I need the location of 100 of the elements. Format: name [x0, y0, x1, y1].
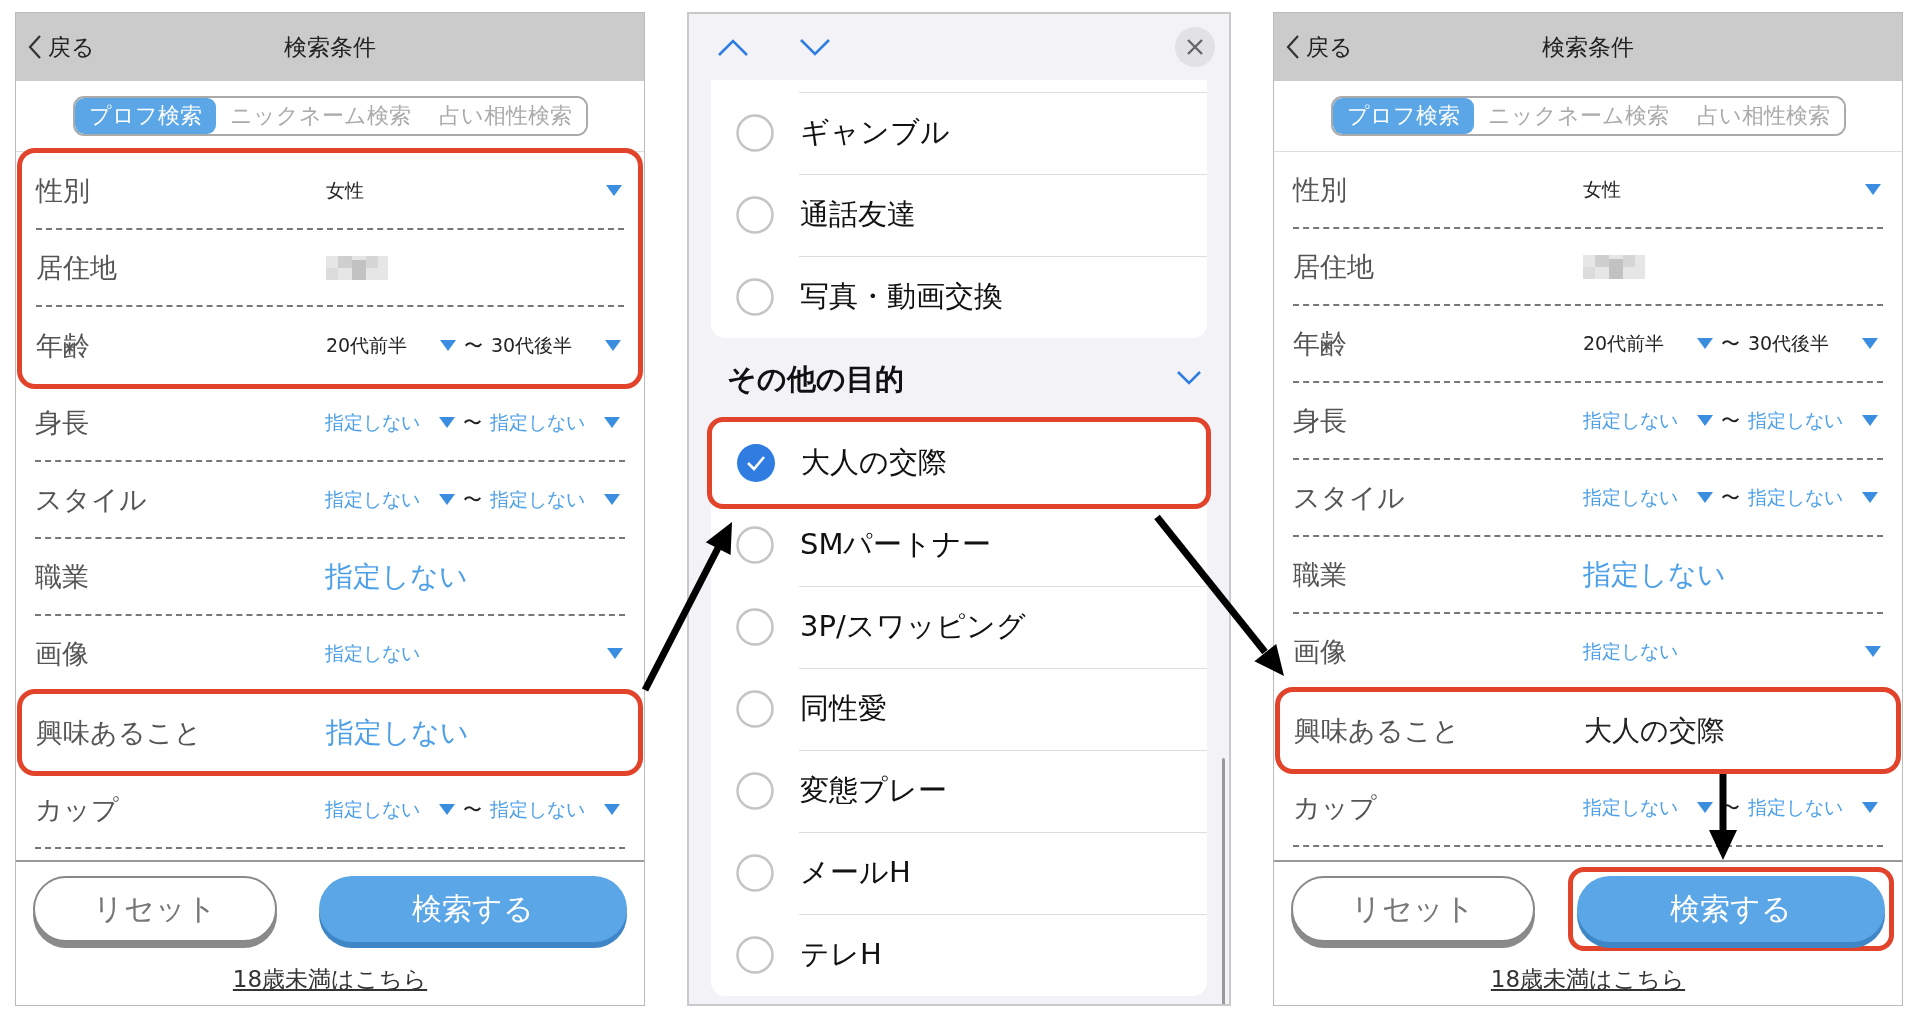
field-label: 身長	[1293, 403, 1348, 438]
tab[interactable]: プロフ検索	[74, 98, 216, 134]
field-label: 興味あること	[36, 715, 203, 750]
field-value[interactable]: 指定しない	[325, 557, 468, 596]
range-to-value[interactable]: 指定しない	[1748, 407, 1862, 434]
range-to-value[interactable]: 指定しない	[490, 409, 604, 436]
select-value[interactable]: 指定しない	[1583, 638, 1678, 665]
dropdown-arrow-icon[interactable]	[1697, 492, 1713, 503]
dropdown-arrow-icon[interactable]	[1862, 415, 1878, 426]
range-to-value[interactable]: 指定しない	[490, 796, 604, 823]
range-from-value[interactable]: 指定しない	[1583, 407, 1697, 434]
option-label[interactable]: 変態プレー	[800, 771, 947, 811]
dropdown-arrow-icon[interactable]	[604, 804, 620, 815]
field-label: 性別	[36, 173, 91, 208]
tab[interactable]: プロフ検索	[1332, 98, 1474, 134]
field-value[interactable]: 指定しない	[1583, 555, 1726, 594]
range-from-value[interactable]: 指定しない	[325, 409, 439, 436]
radio-button[interactable]	[736, 114, 774, 152]
field-value[interactable]: 大人の交際	[1584, 711, 1725, 750]
dropdown-arrow-icon[interactable]	[1862, 338, 1878, 349]
range-to-value[interactable]: 指定しない	[1748, 794, 1862, 821]
range-separator: 〜	[463, 332, 484, 358]
range-to-value[interactable]: 指定しない	[490, 486, 604, 513]
range-separator: 〜	[1720, 484, 1741, 510]
radio-button[interactable]	[736, 936, 774, 974]
range-from-value[interactable]: 指定しない	[325, 796, 439, 823]
range-from-value[interactable]: 指定しない	[1583, 794, 1697, 821]
dropdown-arrow-icon[interactable]	[606, 185, 622, 196]
field-value[interactable]: 指定しない	[326, 713, 469, 752]
range-from-value[interactable]: 20代前半	[326, 332, 440, 359]
field-label: スタイル	[1293, 480, 1406, 515]
field-label: 年齢	[1293, 326, 1348, 361]
option-label[interactable]: メールH	[800, 853, 911, 893]
dropdown-arrow-icon[interactable]	[607, 648, 623, 659]
option-label[interactable]: 写真・動画交換	[800, 277, 1003, 317]
option-label[interactable]: 同性愛	[800, 689, 887, 729]
dropdown-arrow-icon[interactable]	[1862, 802, 1878, 813]
field-label: カップ	[35, 792, 120, 827]
dropdown-arrow-icon[interactable]	[439, 494, 455, 505]
chevron-down-icon[interactable]	[797, 37, 833, 57]
back-chevron-icon	[1286, 34, 1300, 60]
field-label: 画像	[1293, 634, 1348, 669]
field-label: 職業	[1293, 557, 1348, 592]
blurred-value	[1583, 254, 1645, 279]
dropdown-arrow-icon[interactable]	[1697, 802, 1713, 813]
field-label: 画像	[35, 636, 90, 671]
dropdown-arrow-icon[interactable]	[1697, 338, 1713, 349]
radio-button[interactable]	[736, 608, 774, 646]
field-label: 居住地	[36, 250, 118, 285]
option-label[interactable]: 大人の交際	[801, 443, 947, 483]
radio-button[interactable]	[736, 196, 774, 234]
radio-button[interactable]	[736, 854, 774, 892]
select-value[interactable]: 女性	[326, 177, 364, 204]
back-button[interactable]: 戻る	[28, 31, 95, 63]
select-value[interactable]: 指定しない	[325, 640, 420, 667]
back-button[interactable]: 戻る	[1286, 31, 1353, 63]
screen-title: 検索条件	[1542, 33, 1634, 60]
dropdown-arrow-icon[interactable]	[604, 417, 620, 428]
under-18-link[interactable]: 18歳未満はこちら	[232, 964, 428, 995]
option-label[interactable]: 通話友達	[800, 195, 916, 235]
dropdown-arrow-icon[interactable]	[439, 417, 455, 428]
radio-button[interactable]	[736, 526, 774, 564]
field-label: スタイル	[35, 482, 148, 517]
field-label: 職業	[35, 559, 90, 594]
radio-button[interactable]	[736, 690, 774, 728]
dropdown-arrow-icon[interactable]	[1862, 492, 1878, 503]
range-from-value[interactable]: 指定しない	[325, 486, 439, 513]
option-label[interactable]: ギャンブル	[800, 113, 950, 153]
section-title: その他の目的	[727, 361, 905, 398]
dropdown-arrow-icon[interactable]	[1697, 415, 1713, 426]
dropdown-arrow-icon[interactable]	[440, 340, 456, 351]
range-separator: 〜	[462, 409, 483, 435]
radio-button[interactable]	[736, 278, 774, 316]
range-to-value[interactable]: 30代後半	[1748, 330, 1862, 357]
radio-button[interactable]	[736, 772, 774, 810]
close-button[interactable]	[1175, 27, 1215, 67]
range-separator: 〜	[1720, 407, 1741, 433]
screen-title: 検索条件	[284, 33, 376, 60]
back-chevron-icon	[28, 34, 42, 60]
dropdown-arrow-icon[interactable]	[1865, 184, 1881, 195]
range-to-value[interactable]: 指定しない	[1748, 484, 1862, 511]
dropdown-arrow-icon[interactable]	[605, 340, 621, 351]
dropdown-arrow-icon[interactable]	[439, 804, 455, 815]
range-from-value[interactable]: 20代前半	[1583, 330, 1697, 357]
dropdown-arrow-icon[interactable]	[604, 494, 620, 505]
field-label: カップ	[1293, 790, 1378, 825]
checked-radio[interactable]	[737, 444, 775, 482]
option-label[interactable]: 3P/スワッピング	[800, 607, 1026, 647]
dropdown-arrow-icon[interactable]	[1865, 646, 1881, 657]
under-18-link[interactable]: 18歳未満はこちら	[1490, 964, 1686, 995]
option-label[interactable]: SMパートナー	[800, 525, 992, 565]
blurred-value	[326, 255, 388, 280]
range-from-value[interactable]: 指定しない	[1583, 484, 1697, 511]
select-value[interactable]: 女性	[1583, 176, 1621, 203]
field-label: 身長	[35, 405, 90, 440]
range-separator: 〜	[462, 796, 483, 822]
option-label[interactable]: テレH	[800, 935, 882, 975]
range-separator: 〜	[1720, 330, 1741, 356]
range-to-value[interactable]: 30代後半	[491, 332, 605, 359]
close-icon	[1186, 38, 1204, 56]
